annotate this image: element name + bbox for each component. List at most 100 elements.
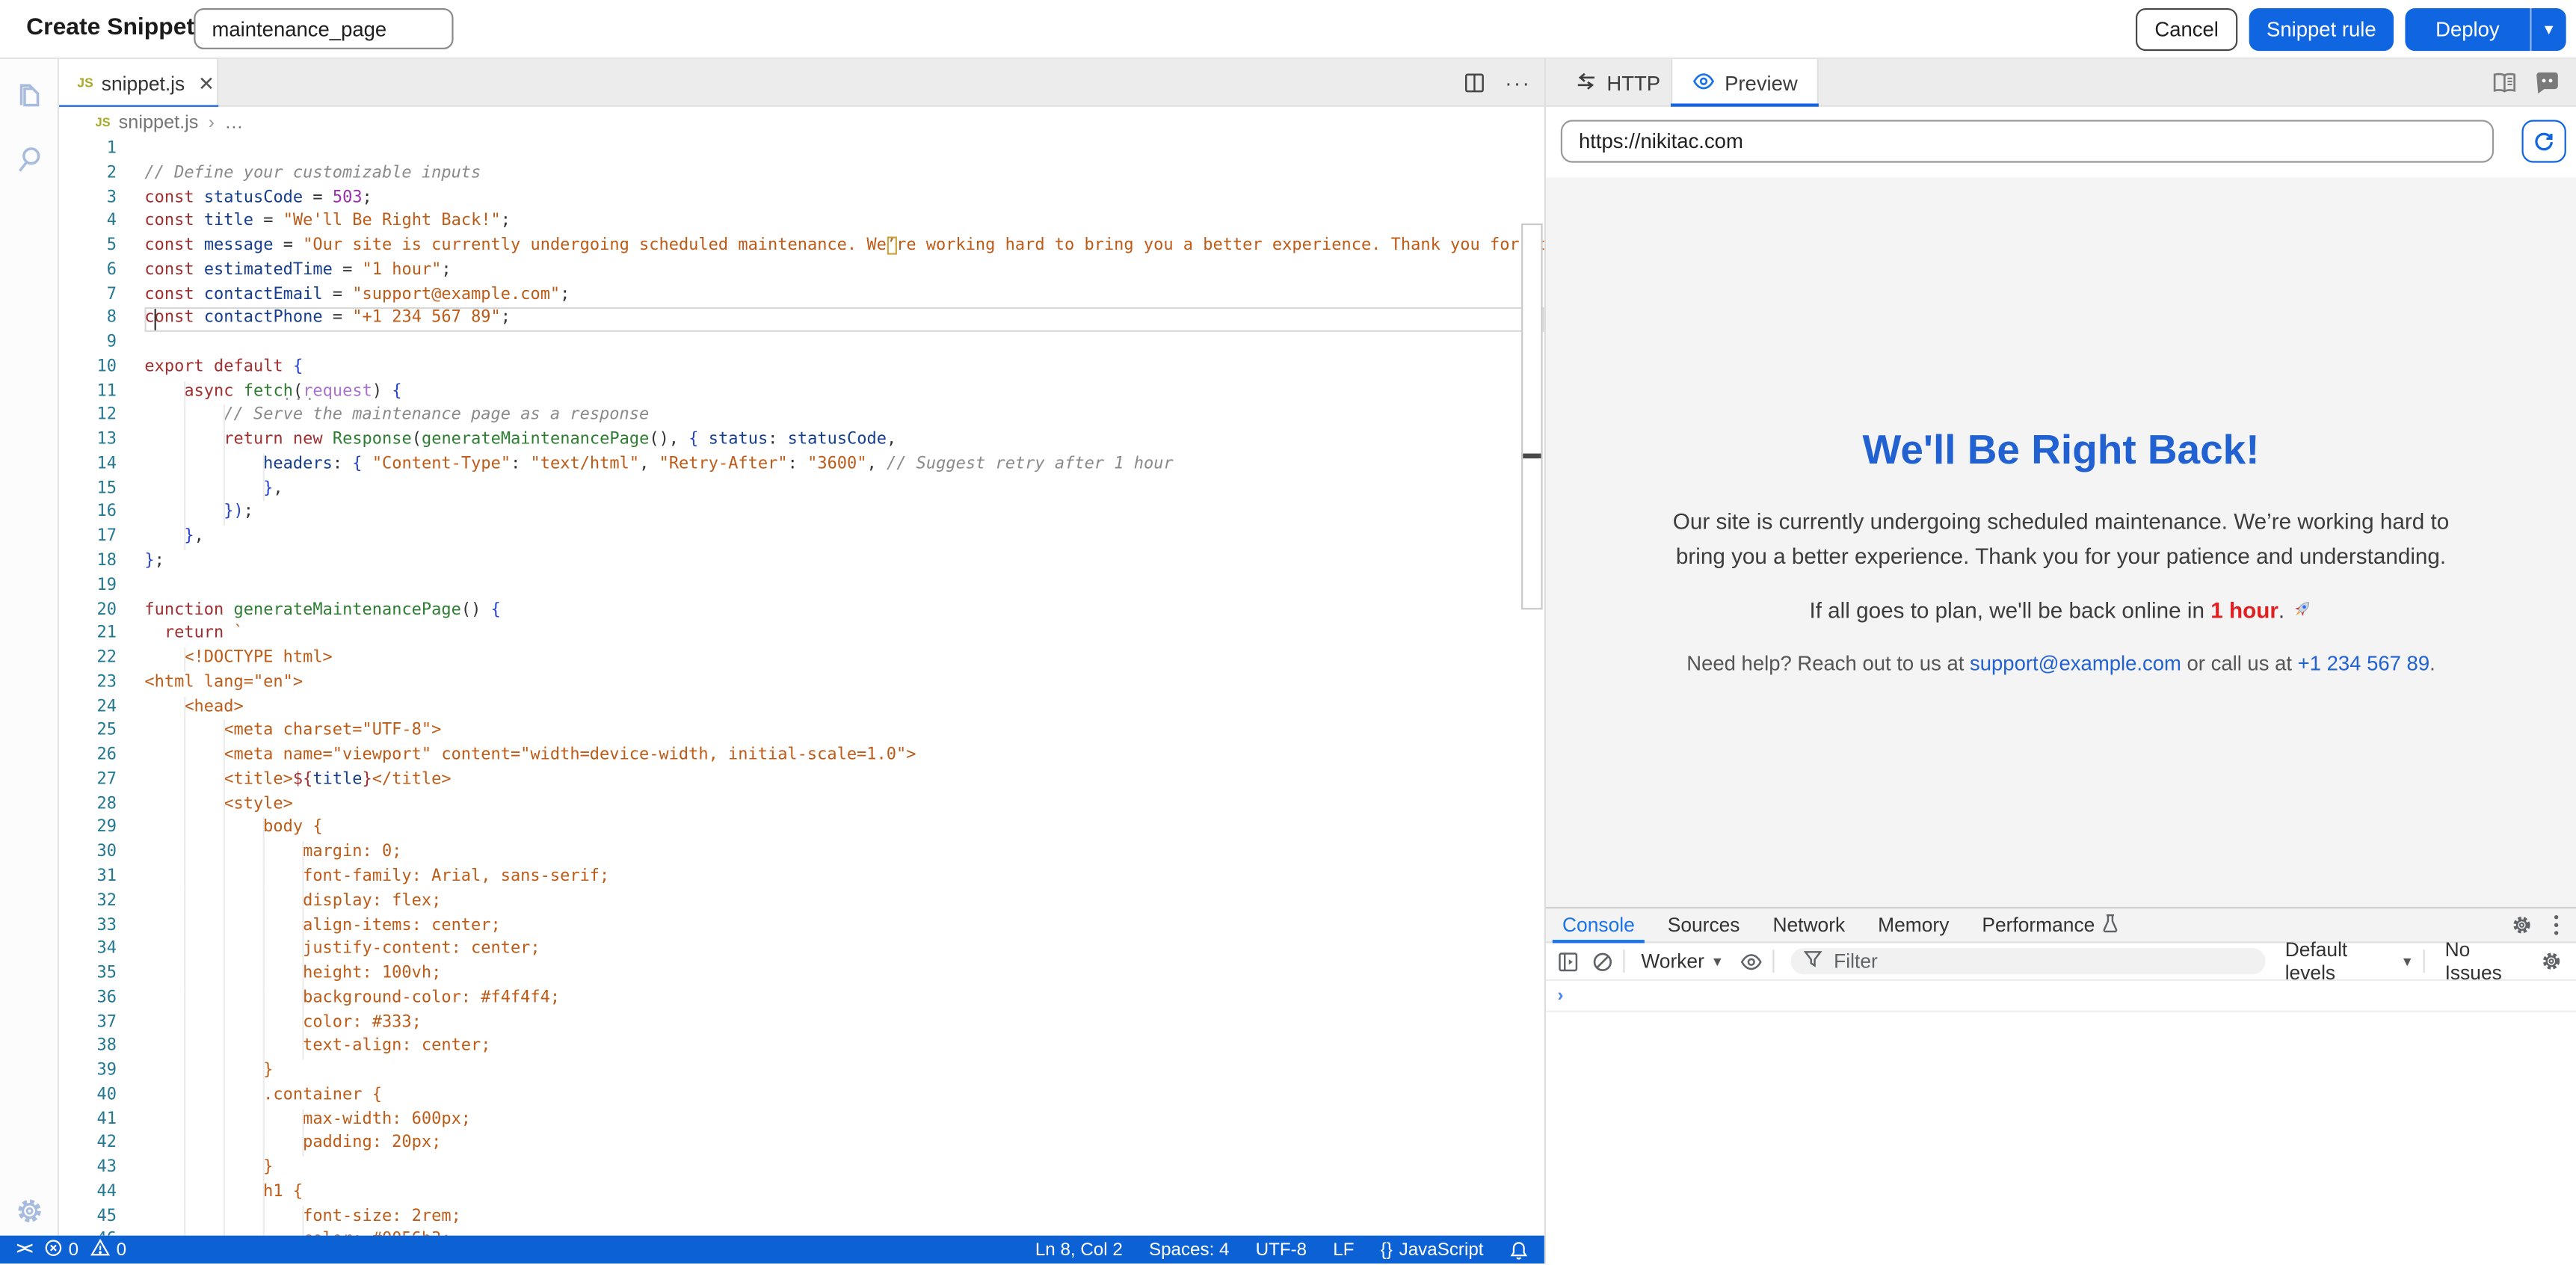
code-line[interactable]: 21 return ` <box>59 624 1544 647</box>
filter-input[interactable] <box>1831 948 2231 974</box>
code-line[interactable]: 11 async fetch(request) { <box>59 381 1544 404</box>
code-line[interactable]: 18}; <box>59 550 1544 574</box>
code-line[interactable]: 29 body { <box>59 817 1544 841</box>
issues-counter[interactable]: No Issues <box>2445 938 2527 985</box>
code-line[interactable]: 36 background-color: #f4f4f4; <box>59 987 1544 1011</box>
code-line[interactable]: 17 }, <box>59 526 1544 550</box>
code-line[interactable]: 38 text-align: center; <box>59 1035 1544 1059</box>
code-line[interactable]: 23<html lang="en"> <box>59 672 1544 696</box>
console-settings-icon[interactable] <box>2540 949 2563 973</box>
code-line[interactable]: 33 align-items: center; <box>59 914 1544 938</box>
code-line[interactable]: 24 <head> <box>59 696 1544 720</box>
code-line[interactable]: 7const contactEmail = "support@example.c… <box>59 283 1544 307</box>
line-text: function generateMaintenancePage() { <box>144 599 1544 623</box>
code-line[interactable]: 39 } <box>59 1060 1544 1084</box>
more-actions-icon[interactable]: ··· <box>1505 71 1531 96</box>
code-line[interactable]: 19 <box>59 575 1544 599</box>
code-line[interactable]: 45 font-size: 2rem; <box>59 1205 1544 1229</box>
code-line[interactable]: 44 h1 { <box>59 1181 1544 1205</box>
code-line[interactable]: 3const statusCode = 503; <box>59 187 1544 211</box>
code-token: status <box>709 431 768 449</box>
code-line[interactable]: 4const title = "We'll Be Right Back!"; <box>59 211 1544 235</box>
files-icon[interactable] <box>11 79 47 114</box>
code-line[interactable]: 16 }); <box>59 502 1544 526</box>
tab-network[interactable]: Network <box>1756 908 1861 942</box>
code-line[interactable]: 28 <style> <box>59 793 1544 817</box>
indentation-setting[interactable]: Spaces: 4 <box>1149 1240 1230 1259</box>
code-token: : <box>511 455 530 473</box>
code-line[interactable]: 34 justify-content: center; <box>59 938 1544 962</box>
snippet-name-input[interactable] <box>194 8 453 49</box>
preview-url-input[interactable] <box>1561 120 2494 162</box>
console-sidebar-icon[interactable] <box>1557 950 1579 972</box>
execution-context-select[interactable]: Worker▼ <box>1641 949 1724 973</box>
code-line[interactable]: 41 max-width: 600px; <box>59 1109 1544 1133</box>
discord-icon[interactable] <box>2535 73 2560 94</box>
problems-indicator[interactable]: 0 0 <box>44 1238 126 1261</box>
code-line[interactable]: 15 }, <box>59 478 1544 502</box>
docs-book-icon[interactable] <box>2492 73 2517 94</box>
close-tab-icon[interactable]: ✕ <box>198 72 215 95</box>
tab-sources[interactable]: Sources <box>1651 908 1757 942</box>
snippet-rule-button[interactable]: Snippet rule <box>2249 8 2394 51</box>
code-line[interactable]: 9 <box>59 332 1544 356</box>
remote-indicator-icon[interactable]: >< <box>0 1240 44 1258</box>
deploy-dropdown-button[interactable]: ▼ <box>2530 8 2566 51</box>
devtools-settings-icon[interactable] <box>2510 914 2533 937</box>
kebab-menu-icon[interactable] <box>2553 914 2560 937</box>
code-line[interactable]: 22 <!DOCTYPE html> <box>59 647 1544 671</box>
code-line[interactable]: 42 padding: 20px; <box>59 1133 1544 1157</box>
support-email-link[interactable]: support@example.com <box>1970 652 2181 675</box>
code-line[interactable]: 20function generateMaintenancePage() { <box>59 599 1544 623</box>
tab-console[interactable]: Console <box>1546 908 1651 942</box>
log-levels-select[interactable]: Default levels▼ <box>2285 938 2414 985</box>
code-line[interactable]: 6const estimatedTime = "1 hour"; <box>59 259 1544 283</box>
eol-setting[interactable]: LF <box>1333 1240 1354 1259</box>
code-line[interactable]: 1 <box>59 138 1544 162</box>
phone-link[interactable]: +1 234 567 89 <box>2298 652 2429 675</box>
tab-performance[interactable]: Performance <box>1965 908 2134 942</box>
console-filter[interactable] <box>1791 948 2265 974</box>
code-line[interactable]: 14 headers: { "Content-Type": "text/html… <box>59 453 1544 477</box>
code-line[interactable]: 2// Define your customizable inputs <box>59 162 1544 186</box>
code-line[interactable]: 25 <meta charset="UTF-8"> <box>59 720 1544 744</box>
editor-scrollbar[interactable] <box>1521 224 1543 609</box>
code-line[interactable]: 32 display: flex; <box>59 890 1544 914</box>
code-line[interactable]: 26 <meta name="viewport" content="width=… <box>59 745 1544 769</box>
code-line[interactable]: 30 margin: 0; <box>59 842 1544 866</box>
tab-preview[interactable]: Preview <box>1671 59 1819 107</box>
deploy-button[interactable]: Deploy <box>2405 8 2530 51</box>
code-line[interactable]: 8const contactPhone = "+1 234 567 89"; <box>59 308 1544 332</box>
console-input-row[interactable]: › <box>1546 981 2576 1012</box>
breadcrumb-more[interactable]: … <box>224 113 243 132</box>
code-line[interactable]: 37 color: #333; <box>59 1012 1544 1035</box>
split-editor-icon[interactable] <box>1464 73 1485 94</box>
code-line[interactable]: 13 return new Response(generateMaintenan… <box>59 429 1544 453</box>
breadcrumb[interactable]: JS snippet.js › … <box>59 107 1544 138</box>
clear-console-icon[interactable] <box>1592 950 1614 972</box>
breadcrumb-file[interactable]: snippet.js <box>119 113 199 132</box>
refresh-button[interactable] <box>2521 120 2566 162</box>
code-line[interactable]: 27 <title>${title}</title> <box>59 769 1544 792</box>
code-line[interactable]: 12 // Serve the maintenance page as a re… <box>59 405 1544 429</box>
code-line[interactable]: 43 } <box>59 1157 1544 1181</box>
tab-snippet-js[interactable]: JS snippet.js ✕ <box>59 59 218 107</box>
code-line[interactable]: 31 font-family: Arial, sans-serif; <box>59 866 1544 890</box>
tab-memory[interactable]: Memory <box>1861 908 1965 942</box>
code-line[interactable]: 35 height: 100vh; <box>59 963 1544 987</box>
code-line[interactable]: 10export default { <box>59 357 1544 381</box>
live-expression-eye-icon[interactable] <box>1740 952 1763 970</box>
cancel-button[interactable]: Cancel <box>2136 8 2237 51</box>
code-line[interactable]: 40 .container { <box>59 1084 1544 1108</box>
tab-http[interactable]: HTTP <box>1559 59 1677 107</box>
code-line[interactable]: 46 color: #0056b3; <box>59 1230 1544 1236</box>
console-log-area[interactable]: › <box>1546 981 2576 1265</box>
search-icon[interactable] <box>11 141 47 177</box>
settings-gear-icon[interactable] <box>11 1193 47 1229</box>
cursor-position[interactable]: Ln 8, Col 2 <box>1035 1240 1123 1259</box>
language-mode[interactable]: {}JavaScript <box>1381 1240 1484 1259</box>
notifications-bell-icon[interactable] <box>1510 1240 1528 1259</box>
code-editor[interactable]: ··· 12// Define your customizable inputs… <box>59 138 1544 1236</box>
code-line[interactable]: 5const message = "Our site is currently … <box>59 235 1544 259</box>
encoding-setting[interactable]: UTF-8 <box>1256 1240 1307 1259</box>
